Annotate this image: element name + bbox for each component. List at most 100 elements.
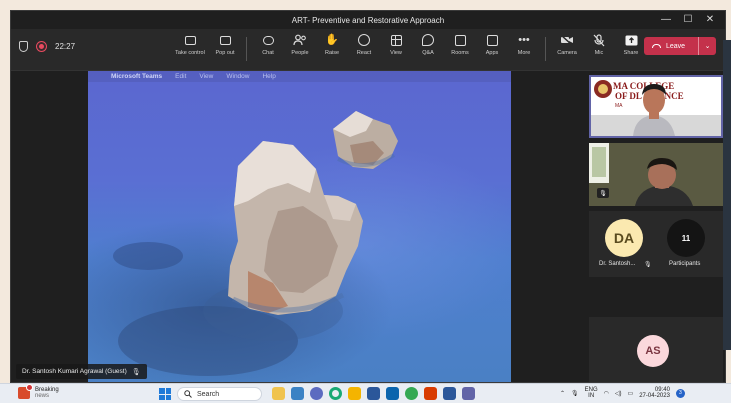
more-button[interactable]: ••• More [508,33,540,61]
edge-icon[interactable] [329,387,342,400]
mic-off-icon: 🎙 [131,368,141,376]
leave-label: Leave [666,42,686,50]
minimize-button[interactable]: — [655,11,677,29]
participant-video-2[interactable]: 🎙 [589,143,723,206]
clock-date: 27-04-2023 [639,393,670,399]
view-button[interactable]: View [380,33,412,61]
participant-video-2-frame [589,143,723,206]
menubar-app-name: Microsoft Teams [111,73,163,80]
participants-count[interactable]: 11 [667,219,705,257]
windows-start-icon[interactable] [159,388,171,400]
avatar-da[interactable]: DA [605,219,643,257]
menubar-item-window: Window [226,73,250,80]
chevron-down-icon[interactable]: ⌄ [699,42,716,50]
menubar-item-help: Help [262,73,276,80]
phone-hangup-icon [652,44,661,48]
maximize-button[interactable]: ☐ [677,11,699,29]
system-tray: ⌃ 🎙 ENG IN ◠ ◁) ▭ 09:40 27-04-2023 3 [560,387,685,399]
participant-tile-as[interactable]: AS [589,317,723,382]
chat-icon [261,33,275,47]
taskbar-apps [272,387,475,400]
shared-content-stage: Microsoft Teams Edit View Window Help Dr… [11,71,586,382]
camera-button[interactable]: Camera [551,33,583,61]
store-icon[interactable] [367,387,380,400]
share-icon [624,33,638,47]
presenter-name: Dr. Santosh Kumari Agrawal (Guest) [22,368,127,375]
leave-main[interactable]: Leave [644,37,698,55]
chat-app-icon[interactable] [310,387,323,400]
raise-hand-button[interactable]: ✋ Raise [316,33,348,61]
mic-off-icon [592,33,606,47]
taskbar-search[interactable]: Search [177,387,262,401]
window-title: ART- Preventive and Restorative Approach [291,15,445,25]
shield-icon[interactable] [19,41,28,52]
search-placeholder: Search [197,390,220,398]
language-indicator[interactable]: ENG IN [585,387,598,399]
react-icon [357,33,371,47]
meeting-timer: 22:27 [55,42,76,51]
rock-wallpaper-image [113,111,398,376]
file-explorer-icon[interactable] [348,387,361,400]
mic-off-icon: 🎙 [644,262,652,268]
raise-hand-icon: ✋ [325,33,339,46]
chevron-up-icon[interactable]: ⌃ [560,390,565,397]
participants-label: Participants [669,261,701,267]
participant-video-1-frame: MA COLLEGE OF DL SCIENCE MA [591,77,721,136]
clock[interactable]: 09:40 27-04-2023 [639,387,670,399]
word-icon[interactable] [443,387,456,400]
widgets-icon[interactable] [272,387,285,400]
toolbar-divider [545,37,546,61]
banner-small: MA [615,103,623,109]
apps-icon [485,33,499,47]
view-icon [389,33,403,47]
take-control-button[interactable]: Take control [171,33,209,61]
search-icon [184,390,192,398]
more-icon: ••• [518,33,530,46]
camera-off-icon [560,33,574,47]
notification-badge[interactable]: 3 [675,388,685,398]
camera-app-icon[interactable] [291,387,304,400]
avatar-as: AS [637,335,669,367]
rooms-icon [453,33,467,47]
chrome-icon[interactable] [405,387,418,400]
participant-rail: MA COLLEGE OF DL SCIENCE MA 🎙 [586,71,725,382]
title-bar: ART- Preventive and Restorative Approach… [11,11,725,29]
pop-out-button[interactable]: Pop out [209,33,241,61]
close-button[interactable]: ✕ [699,11,721,29]
people-button[interactable]: People [284,33,316,61]
news-subtitle: news [35,393,50,399]
share-button[interactable]: Share [615,33,647,61]
background-window-edge [723,40,731,350]
news-icon [18,384,33,399]
teams-meeting-window: ART- Preventive and Restorative Approach… [10,10,726,383]
qa-button[interactable]: Q&A [412,33,444,61]
participant-tiles-row: DA Dr. Santosh... 🎙 11 Participants [589,211,723,277]
apps-button[interactable]: Apps [476,33,508,61]
battery-icon[interactable]: ▭ [628,390,634,397]
take-control-icon [183,33,197,47]
leave-button[interactable]: Leave ⌄ [644,37,716,55]
teams-icon[interactable] [462,387,475,400]
powerpoint-icon[interactable] [424,387,437,400]
recording-icon [37,42,46,51]
participant-video-1[interactable]: MA COLLEGE OF DL SCIENCE MA [589,75,723,138]
windows-taskbar: Breaking news Search ⌃ 🎙 ENG IN ◠ ◁) ▭ 0… [0,383,731,403]
shared-app-menubar: Microsoft Teams Edit View Window Help [88,71,511,82]
rooms-button[interactable]: Rooms [444,33,476,61]
pop-out-icon [218,33,232,47]
people-icon [293,33,307,47]
news-text: Breaking news [35,387,59,399]
mic-button[interactable]: Mic [583,33,615,61]
menubar-item-view: View [199,73,214,80]
mic-icon[interactable]: 🎙 [571,390,579,397]
mail-icon[interactable] [386,387,399,400]
menubar-item-edit: Edit [175,73,187,80]
chat-button[interactable]: Chat [252,33,284,61]
mic-off-icon: 🎙 [597,188,609,198]
react-button[interactable]: React [348,33,380,61]
participant-name-da: Dr. Santosh... [599,261,636,267]
news-widget[interactable]: Breaking news [18,384,59,399]
volume-icon[interactable]: ◁) [615,390,622,397]
toolbar-divider [246,37,247,61]
wifi-icon[interactable]: ◠ [604,390,609,397]
